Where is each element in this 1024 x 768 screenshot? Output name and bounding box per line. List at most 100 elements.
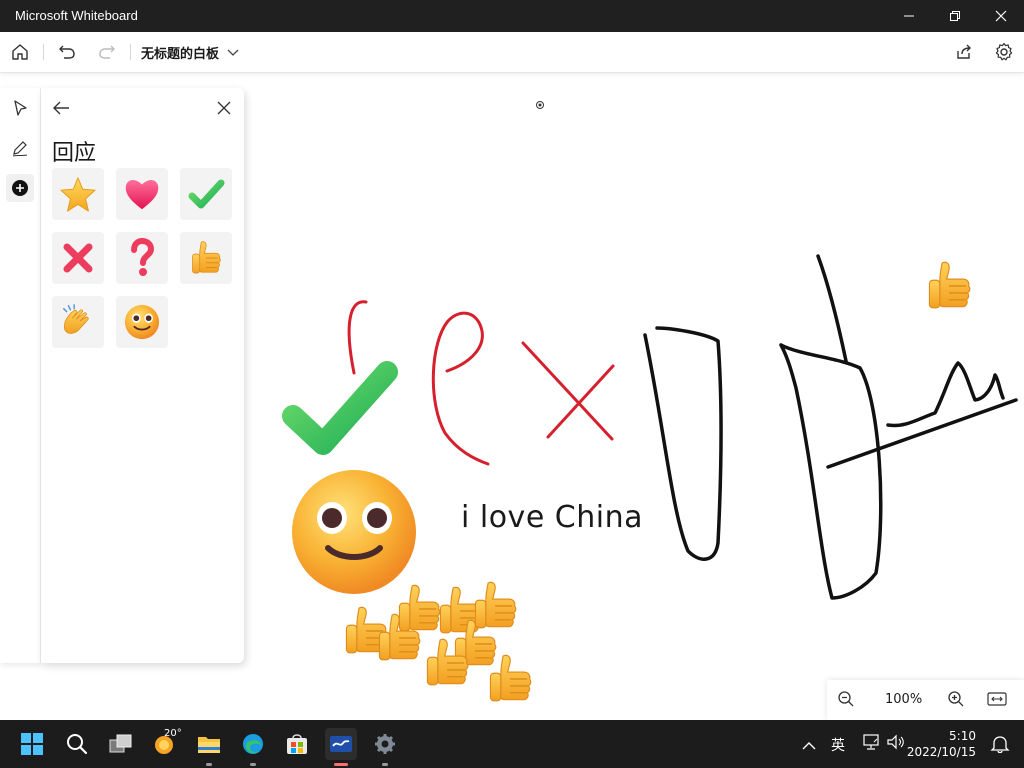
share-icon <box>957 44 971 59</box>
whiteboard-app-icon <box>330 736 352 752</box>
reaction-cross[interactable] <box>52 232 104 284</box>
show-hidden-icons-button[interactable] <box>802 736 816 755</box>
task-view-icon <box>109 734 132 753</box>
reaction-check[interactable] <box>180 168 232 220</box>
folder-icon <box>198 737 220 753</box>
black-ink-stroke <box>886 361 1005 428</box>
whiteboard-app-button[interactable] <box>325 728 357 766</box>
zoom-out-button[interactable] <box>837 690 857 710</box>
cross-icon <box>63 243 93 273</box>
red-ink-stroke <box>431 311 490 466</box>
undo-button[interactable] <box>53 38 81 66</box>
home-button[interactable] <box>6 38 34 66</box>
network-status[interactable] <box>862 734 880 754</box>
smiling-face-reaction[interactable] <box>290 468 420 598</box>
black-ink-stroke <box>779 343 883 600</box>
tool-rail <box>0 88 41 663</box>
weather-temperature: 20° <box>164 728 182 739</box>
question-icon <box>131 238 155 276</box>
chevron-up-icon <box>802 742 816 750</box>
chevron-down-icon <box>227 49 239 56</box>
clapping-hands-icon <box>62 304 89 334</box>
plus-circle-icon <box>12 180 28 196</box>
clock-date: 2022/10/15 <box>906 745 976 759</box>
red-ink-stroke <box>521 341 614 441</box>
minimize-button[interactable] <box>886 0 932 32</box>
edge-button[interactable] <box>237 728 269 766</box>
canvas-text[interactable]: i love China <box>461 500 643 535</box>
close-button[interactable] <box>978 0 1024 32</box>
back-button[interactable] <box>49 96 73 120</box>
arrow-left-icon <box>53 101 69 115</box>
fit-width-icon <box>987 692 1007 706</box>
redo-icon <box>99 45 115 59</box>
settings-gear-icon <box>375 734 395 754</box>
reaction-thumbs-up[interactable] <box>180 232 232 284</box>
check-reaction[interactable] <box>275 356 405 461</box>
system-clock[interactable]: 5:10 2022/10/15 <box>907 728 976 760</box>
task-view-button[interactable] <box>105 728 137 760</box>
restore-icon <box>950 11 960 21</box>
toolbar-divider <box>130 44 131 60</box>
input-method-indicator[interactable]: 英 <box>831 735 845 755</box>
thumbs-up-reaction[interactable] <box>396 581 442 637</box>
app-toolbar: 无标题的白板 <box>0 32 1024 73</box>
search-button[interactable] <box>61 728 93 760</box>
panel-title: 回应 <box>52 141 97 166</box>
zoom-out-icon <box>838 691 854 707</box>
close-panel-button[interactable] <box>212 96 236 120</box>
smiling-face-icon <box>124 304 160 340</box>
store-bag-icon <box>287 734 307 754</box>
select-tool-button[interactable] <box>6 94 34 122</box>
title-bar: Microsoft Whiteboard <box>0 0 1024 32</box>
edge-browser-icon <box>243 734 263 754</box>
zoom-controls: 100% <box>827 680 1024 720</box>
volume-control[interactable] <box>886 734 906 754</box>
reaction-clapping[interactable] <box>52 296 104 348</box>
notifications-button[interactable] <box>990 734 1010 758</box>
thumbs-up-reaction[interactable] <box>926 258 972 314</box>
running-indicator <box>250 763 256 766</box>
reactions-panel: 回应 <box>41 88 244 663</box>
settings-app-button[interactable] <box>369 728 401 766</box>
windows-logo-icon <box>21 733 43 755</box>
fit-to-screen-button[interactable] <box>987 690 1009 710</box>
store-button[interactable] <box>281 728 313 760</box>
thumbs-up-reaction[interactable] <box>424 635 470 691</box>
active-app-indicator <box>334 763 348 766</box>
notification-icon <box>990 736 1010 754</box>
reaction-star[interactable] <box>52 168 104 220</box>
zoom-level[interactable]: 100% <box>885 692 922 707</box>
toolbar-divider <box>43 44 44 60</box>
running-indicator <box>382 763 388 766</box>
add-content-button[interactable] <box>6 174 34 202</box>
pen-icon <box>12 141 28 157</box>
share-button[interactable] <box>950 38 978 66</box>
reaction-question[interactable] <box>116 232 168 284</box>
reaction-smile[interactable] <box>116 296 168 348</box>
file-explorer-button[interactable] <box>193 728 225 766</box>
network-icon <box>863 734 879 750</box>
undo-icon <box>59 45 75 59</box>
settings-button[interactable] <box>990 38 1018 66</box>
window-title: Microsoft Whiteboard <box>15 8 138 23</box>
home-icon <box>12 44 28 60</box>
star-icon <box>60 177 96 212</box>
redo-button[interactable] <box>93 38 121 66</box>
thumbs-up-reaction[interactable] <box>487 651 533 707</box>
black-ink-stroke <box>816 254 848 363</box>
pen-tool-button[interactable] <box>6 134 34 162</box>
canvas-cursor-icon <box>536 101 544 109</box>
check-icon <box>188 179 225 209</box>
black-ink-stroke <box>643 326 723 561</box>
restore-button[interactable] <box>932 0 978 32</box>
start-button[interactable] <box>16 728 48 760</box>
running-indicator <box>206 763 212 766</box>
reaction-heart[interactable] <box>116 168 168 220</box>
taskbar: 20° 英 5:10 2022/10/15 <box>0 720 1024 768</box>
gear-icon <box>995 42 1013 61</box>
red-ink-stroke <box>546 364 615 439</box>
zoom-in-button[interactable] <box>947 690 967 710</box>
board-title-menu[interactable]: 无标题的白板 <box>141 43 239 62</box>
speaker-icon <box>887 734 904 750</box>
